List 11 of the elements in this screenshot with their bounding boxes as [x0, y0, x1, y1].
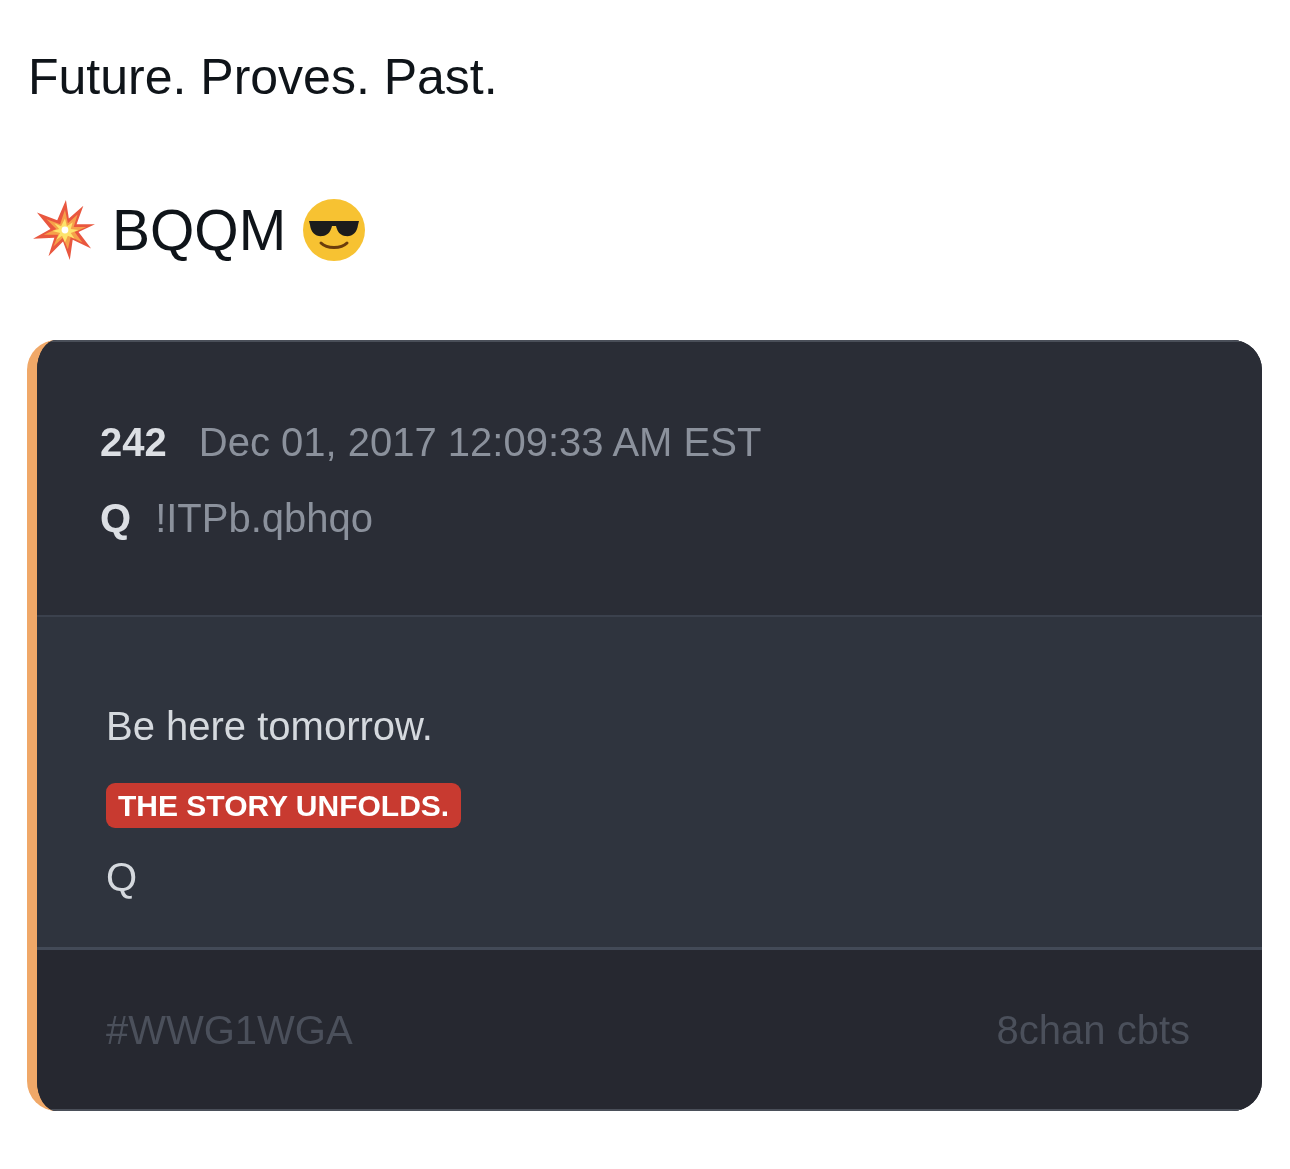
body-text: Q [106, 854, 138, 901]
timestamp: Dec 01, 2017 12:09:33 AM EST [198, 419, 762, 466]
explosion-icon [33, 200, 95, 260]
body-text: Be here tomorrow. [106, 703, 433, 750]
author-name: Q [100, 495, 132, 542]
post-number: 242 [100, 419, 167, 466]
post-text: BQQM [112, 197, 287, 264]
post-text: Future. Proves. Past. [28, 48, 498, 107]
sunglasses-face-icon [303, 199, 366, 261]
highlight-tag: THE STORY UNFOLDS. [106, 783, 462, 828]
tripcode: !ITPb.qbhqo [155, 495, 374, 542]
